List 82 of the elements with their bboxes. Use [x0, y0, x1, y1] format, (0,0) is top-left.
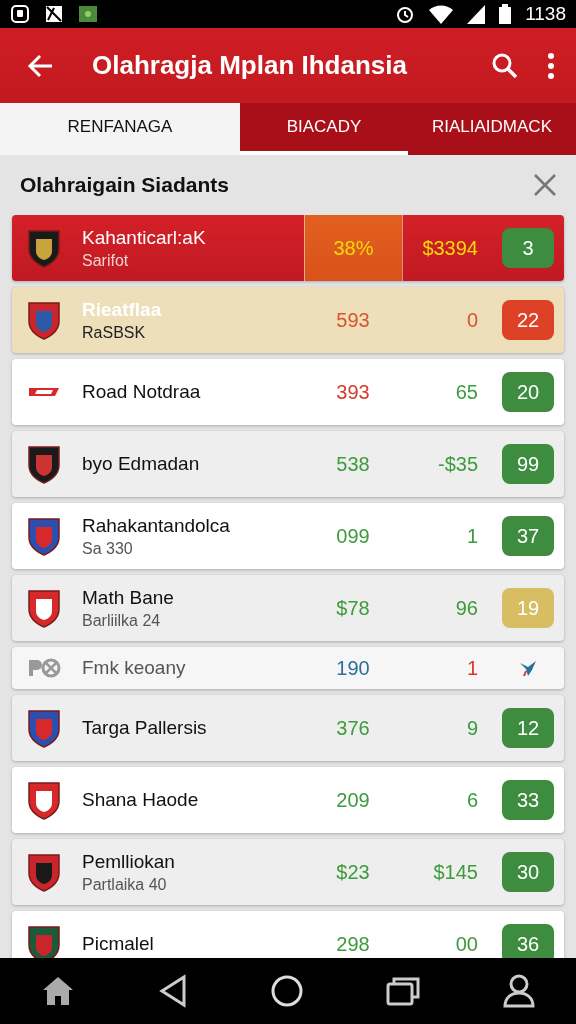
shield-logo-icon [26, 227, 62, 269]
team-row[interactable]: Math Bane Barliilka 24 $78 96 19 [12, 575, 564, 641]
shield-logo-icon [26, 299, 62, 341]
tab[interactable]: RIALIAIDMACK [408, 103, 576, 155]
team-name: Rieatflaa [82, 298, 163, 321]
stat-value: 099 [336, 524, 370, 548]
team-name: Pemlliokan [82, 850, 176, 873]
score-badge: 3 [502, 228, 554, 268]
team-row[interactable]: Fmk keoany 190 1 [12, 647, 564, 689]
shield-logo-icon [26, 851, 62, 893]
team-name: Kahanticarl:aK [82, 226, 207, 249]
app-icon [78, 4, 98, 24]
score-badge: 22 [502, 300, 554, 340]
section-title: Olahraigain Siadants [20, 173, 230, 197]
status-time: 1138 [525, 3, 566, 25]
stat-change: -$35 [437, 452, 478, 476]
score-badge: 19 [502, 588, 554, 628]
team-row[interactable]: Picmalel 298 00 36 [12, 911, 564, 958]
team-name: Road Notdraa [82, 381, 202, 403]
shield-logo-icon [26, 443, 62, 485]
team-name: byo Edmadan [82, 453, 201, 475]
score-badge: 36 [502, 924, 554, 958]
team-name: Picmalel [82, 933, 155, 955]
team-row[interactable]: Shana Haode 209 6 33 [12, 767, 564, 833]
app-title: Olahragja Mplan Ihdansia [92, 50, 408, 81]
team-name: Math Bane [82, 586, 175, 609]
stat-change: 1 [466, 524, 478, 548]
stat-value: 393 [336, 380, 370, 404]
shield-logo-icon [26, 923, 62, 958]
alarm-icon [395, 4, 416, 24]
stat-change: 1 [466, 656, 478, 680]
score-badge: 30 [502, 852, 554, 892]
score-badge: 33 [502, 780, 554, 820]
stat-value: 209 [336, 788, 370, 812]
team-subtitle: RaSBSK [82, 323, 147, 342]
score-badge: 37 [502, 516, 554, 556]
team-row[interactable]: Pemlliokan Partlaika 40 $23 $145 30 [12, 839, 564, 905]
stat-value: 38% [333, 236, 374, 260]
team-row[interactable]: byo Edmadan 538 -$35 99 [12, 431, 564, 497]
stat-value: 190 [336, 656, 370, 680]
team-name: Targa Pallersis [82, 717, 208, 739]
stat-change: 9 [466, 716, 478, 740]
team-name: Rahakantandolca [82, 514, 231, 537]
stat-value: 593 [336, 308, 370, 332]
stat-value: 298 [336, 932, 370, 956]
stat-value: $23 [336, 860, 370, 884]
team-row[interactable]: Rieatflaa RaSBSK 593 0 22 [12, 287, 564, 353]
stat-change: 00 [455, 932, 478, 956]
battery-icon [499, 4, 512, 24]
team-name: Shana Haode [82, 789, 200, 811]
image-icon [44, 4, 64, 24]
team-name: Fmk keoany [82, 657, 187, 679]
stat-change: 96 [455, 596, 478, 620]
tab[interactable]: RENFANAGA [0, 103, 240, 155]
stat-change: $145 [433, 860, 478, 884]
team-row[interactable]: Kahanticarl:aK Sarifot 38% $3394 3 [12, 215, 564, 281]
stat-value: $78 [336, 596, 370, 620]
team-subtitle: Partlaika 40 [82, 875, 168, 894]
wifi-icon [429, 4, 454, 24]
score-badge: 99 [502, 444, 554, 484]
stat-change: 0 [466, 308, 478, 332]
stat-value: 376 [336, 716, 370, 740]
team-row[interactable]: Targa Pallersis 376 9 12 [12, 695, 564, 761]
logo-icon [26, 657, 62, 679]
stat-change: 65 [455, 380, 478, 404]
team-row[interactable]: Road Notdraa 393 65 20 [12, 359, 564, 425]
signal-icon [467, 4, 486, 24]
team-subtitle: Barliilka 24 [82, 611, 162, 630]
stat-change: 6 [466, 788, 478, 812]
stat-change: $3394 [422, 236, 478, 260]
team-subtitle: Sarifot [82, 251, 130, 270]
tab[interactable]: BIACADY [240, 103, 408, 155]
shield-logo-icon [26, 515, 62, 557]
more-icon[interactable] [546, 51, 556, 80]
team-subtitle: Sa 330 [82, 539, 134, 558]
shield-logo-icon [26, 779, 62, 821]
stat-value: 538 [336, 452, 370, 476]
shield-logo-icon [26, 587, 62, 629]
team-row[interactable]: Rahakantandolca Sa 330 099 1 37 [12, 503, 564, 569]
score-badge: 20 [502, 372, 554, 412]
score-badge: 12 [502, 708, 554, 748]
shield-logo-icon [26, 707, 62, 749]
